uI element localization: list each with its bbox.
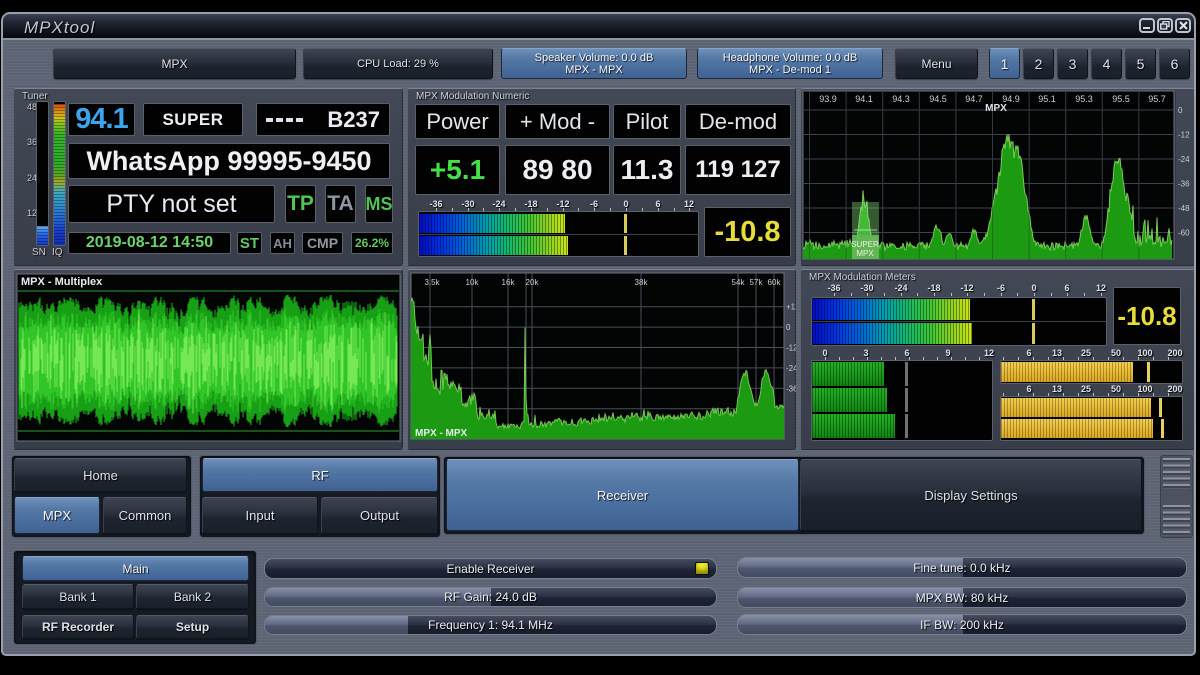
svg-text:10k: 10k	[466, 278, 480, 287]
svg-text:93.9: 93.9	[819, 94, 837, 104]
svg-text:95.3: 95.3	[1075, 94, 1093, 104]
svg-text:20k: 20k	[526, 278, 540, 287]
svg-text:60k: 60k	[768, 278, 782, 287]
svg-text:-12: -12	[1178, 131, 1190, 140]
svg-text:MPX - MPX: MPX - MPX	[415, 428, 468, 439]
svg-text:-24: -24	[786, 364, 796, 373]
svg-text:-36: -36	[786, 384, 796, 393]
svg-text:94.5: 94.5	[929, 94, 947, 104]
svg-text:16k: 16k	[502, 278, 516, 287]
svg-text:MPX: MPX	[856, 249, 874, 258]
svg-text:-60: -60	[1178, 229, 1190, 238]
svg-text:94.7: 94.7	[965, 94, 983, 104]
svg-text:-12: -12	[786, 344, 796, 353]
svg-text:3.5k: 3.5k	[424, 278, 440, 287]
svg-text:95.1: 95.1	[1038, 94, 1056, 104]
svg-text:57k: 57k	[750, 278, 764, 287]
svg-text:-24: -24	[1178, 155, 1190, 164]
svg-text:54k: 54k	[732, 278, 746, 287]
svg-text:-36: -36	[1178, 180, 1190, 189]
svg-text:38k: 38k	[635, 278, 649, 287]
svg-text:MPX - Multiplex: MPX - Multiplex	[21, 276, 103, 288]
svg-text:-48: -48	[1178, 204, 1190, 213]
svg-text:0: 0	[786, 323, 791, 332]
svg-text:94.1: 94.1	[855, 94, 873, 104]
svg-text:0: 0	[1178, 106, 1183, 115]
svg-text:SUPER: SUPER	[851, 240, 879, 249]
svg-text:94.3: 94.3	[892, 94, 910, 104]
svg-text:95.5: 95.5	[1112, 94, 1130, 104]
svg-text:+12: +12	[786, 303, 796, 312]
svg-text:95.7: 95.7	[1148, 94, 1166, 104]
svg-text:MPX: MPX	[985, 103, 1007, 114]
